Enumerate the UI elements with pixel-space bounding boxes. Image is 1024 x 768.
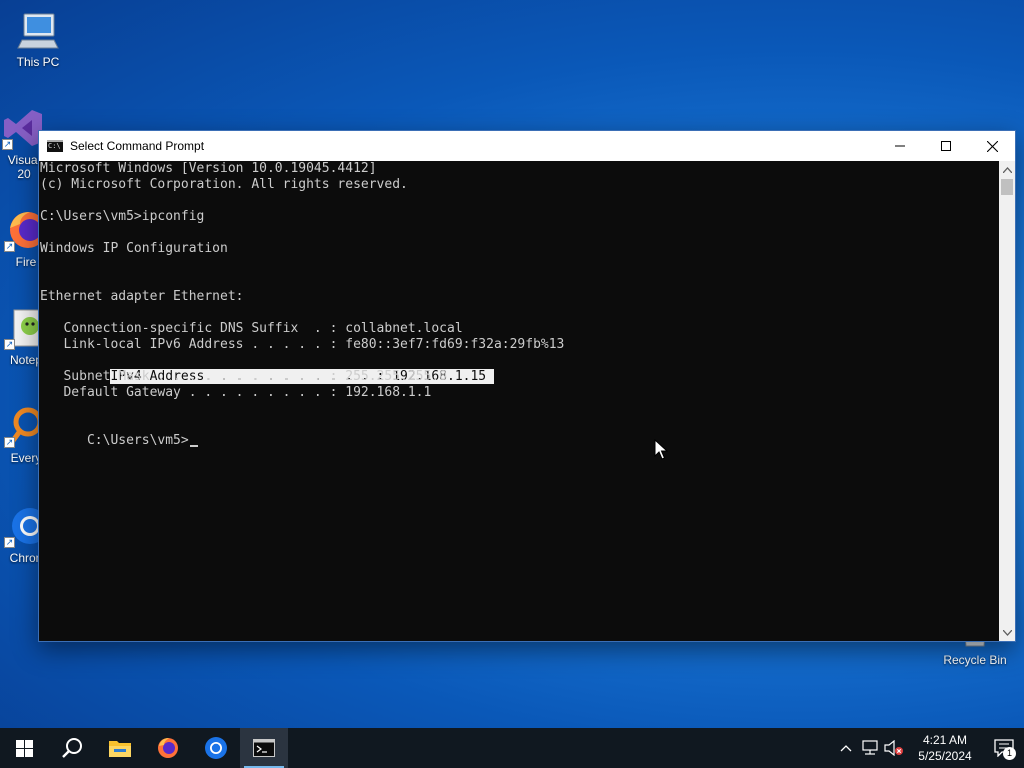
shortcut-arrow-icon: ↗ <box>4 437 15 448</box>
console-prompt-line[interactable]: C:\Users\vm5> <box>40 417 198 448</box>
console-line: Microsoft Windows [Version 10.0.19045.44… <box>40 161 377 176</box>
console-line: Link-local IPv6 Address . . . . . : fe80… <box>40 337 565 352</box>
search-icon <box>62 738 82 758</box>
chrome-icon <box>205 737 227 759</box>
command-prompt-icon <box>253 739 275 757</box>
mouse-pointer-icon <box>654 439 668 460</box>
window-titlebar[interactable]: C:\ Select Command Prompt <box>39 131 1015 161</box>
command-prompt-button[interactable] <box>240 728 288 768</box>
window-title: Select Command Prompt <box>70 139 205 153</box>
taskbar-clock[interactable]: 4:21 AM 5/25/2024 <box>906 732 984 764</box>
system-tray: 4:21 AM 5/25/2024 1 <box>834 728 1024 768</box>
console-line: Connection-specific DNS Suffix . : colla… <box>40 321 463 336</box>
volume-muted-icon <box>884 740 903 756</box>
shortcut-arrow-icon: ↗ <box>4 241 15 252</box>
notification-count-badge: 1 <box>1003 747 1016 760</box>
command-prompt-icon: C:\ <box>47 140 63 152</box>
clock-time: 4:21 AM <box>922 733 968 747</box>
desktop-icon-this-pc[interactable]: This PC <box>0 8 76 69</box>
close-icon <box>986 140 998 152</box>
firefox-icon <box>158 738 178 758</box>
console-line: (c) Microsoft Corporation. All rights re… <box>40 177 408 192</box>
scroll-down-button[interactable] <box>999 624 1015 641</box>
show-hidden-icons-button[interactable] <box>834 728 858 768</box>
console-prompt: C:\Users\vm5> <box>86 433 189 448</box>
minimize-button[interactable] <box>877 131 923 161</box>
vertical-scrollbar[interactable] <box>999 161 1015 641</box>
search-button[interactable] <box>48 728 96 768</box>
maximize-button[interactable] <box>923 131 969 161</box>
desktop-icon-label: Recycle Bin <box>943 653 1007 667</box>
folder-icon <box>109 741 131 757</box>
command-prompt-window[interactable]: C:\ Select Command Prompt Microsoft Wind… <box>38 130 1016 642</box>
file-explorer-button[interactable] <box>96 728 144 768</box>
clock-date: 5/25/2024 <box>918 749 972 763</box>
shortcut-arrow-icon: ↗ <box>4 537 15 548</box>
computer-icon <box>17 13 59 49</box>
minimize-icon <box>895 145 905 147</box>
chevron-down-icon <box>1002 629 1012 636</box>
shortcut-arrow-icon: ↗ <box>4 339 15 350</box>
window-controls <box>877 131 1015 161</box>
maximize-icon <box>941 141 951 151</box>
chevron-up-icon <box>1002 166 1012 173</box>
close-button[interactable] <box>969 131 1015 161</box>
firefox-button[interactable] <box>144 728 192 768</box>
action-center-button[interactable]: 1 <box>984 728 1024 768</box>
scroll-thumb[interactable] <box>1001 179 1013 195</box>
start-button[interactable] <box>0 728 48 768</box>
network-button[interactable] <box>858 728 882 768</box>
network-icon <box>862 740 878 755</box>
scroll-up-button[interactable] <box>999 161 1015 178</box>
volume-button[interactable] <box>882 728 906 768</box>
chevron-up-icon <box>840 745 852 752</box>
console-line: Subnet Mask . . . . . . . . . . . : 255.… <box>40 369 447 384</box>
windows-logo-icon <box>15 739 33 757</box>
taskbar: 4:21 AM 5/25/2024 1 <box>0 728 1024 768</box>
console-output[interactable]: Microsoft Windows [Version 10.0.19045.44… <box>39 161 1001 641</box>
console-line: Ethernet adapter Ethernet: <box>40 289 244 304</box>
console-line: Default Gateway . . . . . . . . . : 192.… <box>40 385 432 400</box>
desktop-icon-label: This PC <box>16 55 60 69</box>
chrome-button[interactable] <box>192 728 240 768</box>
text-cursor <box>189 445 198 447</box>
shortcut-arrow-icon: ↗ <box>2 139 13 150</box>
console-line: Windows IP Configuration <box>40 241 228 256</box>
console-line: C:\Users\vm5>ipconfig <box>40 209 205 224</box>
console-line-selected: IPv4 Address. . . . . . . . . . . : 192.… <box>40 353 494 384</box>
